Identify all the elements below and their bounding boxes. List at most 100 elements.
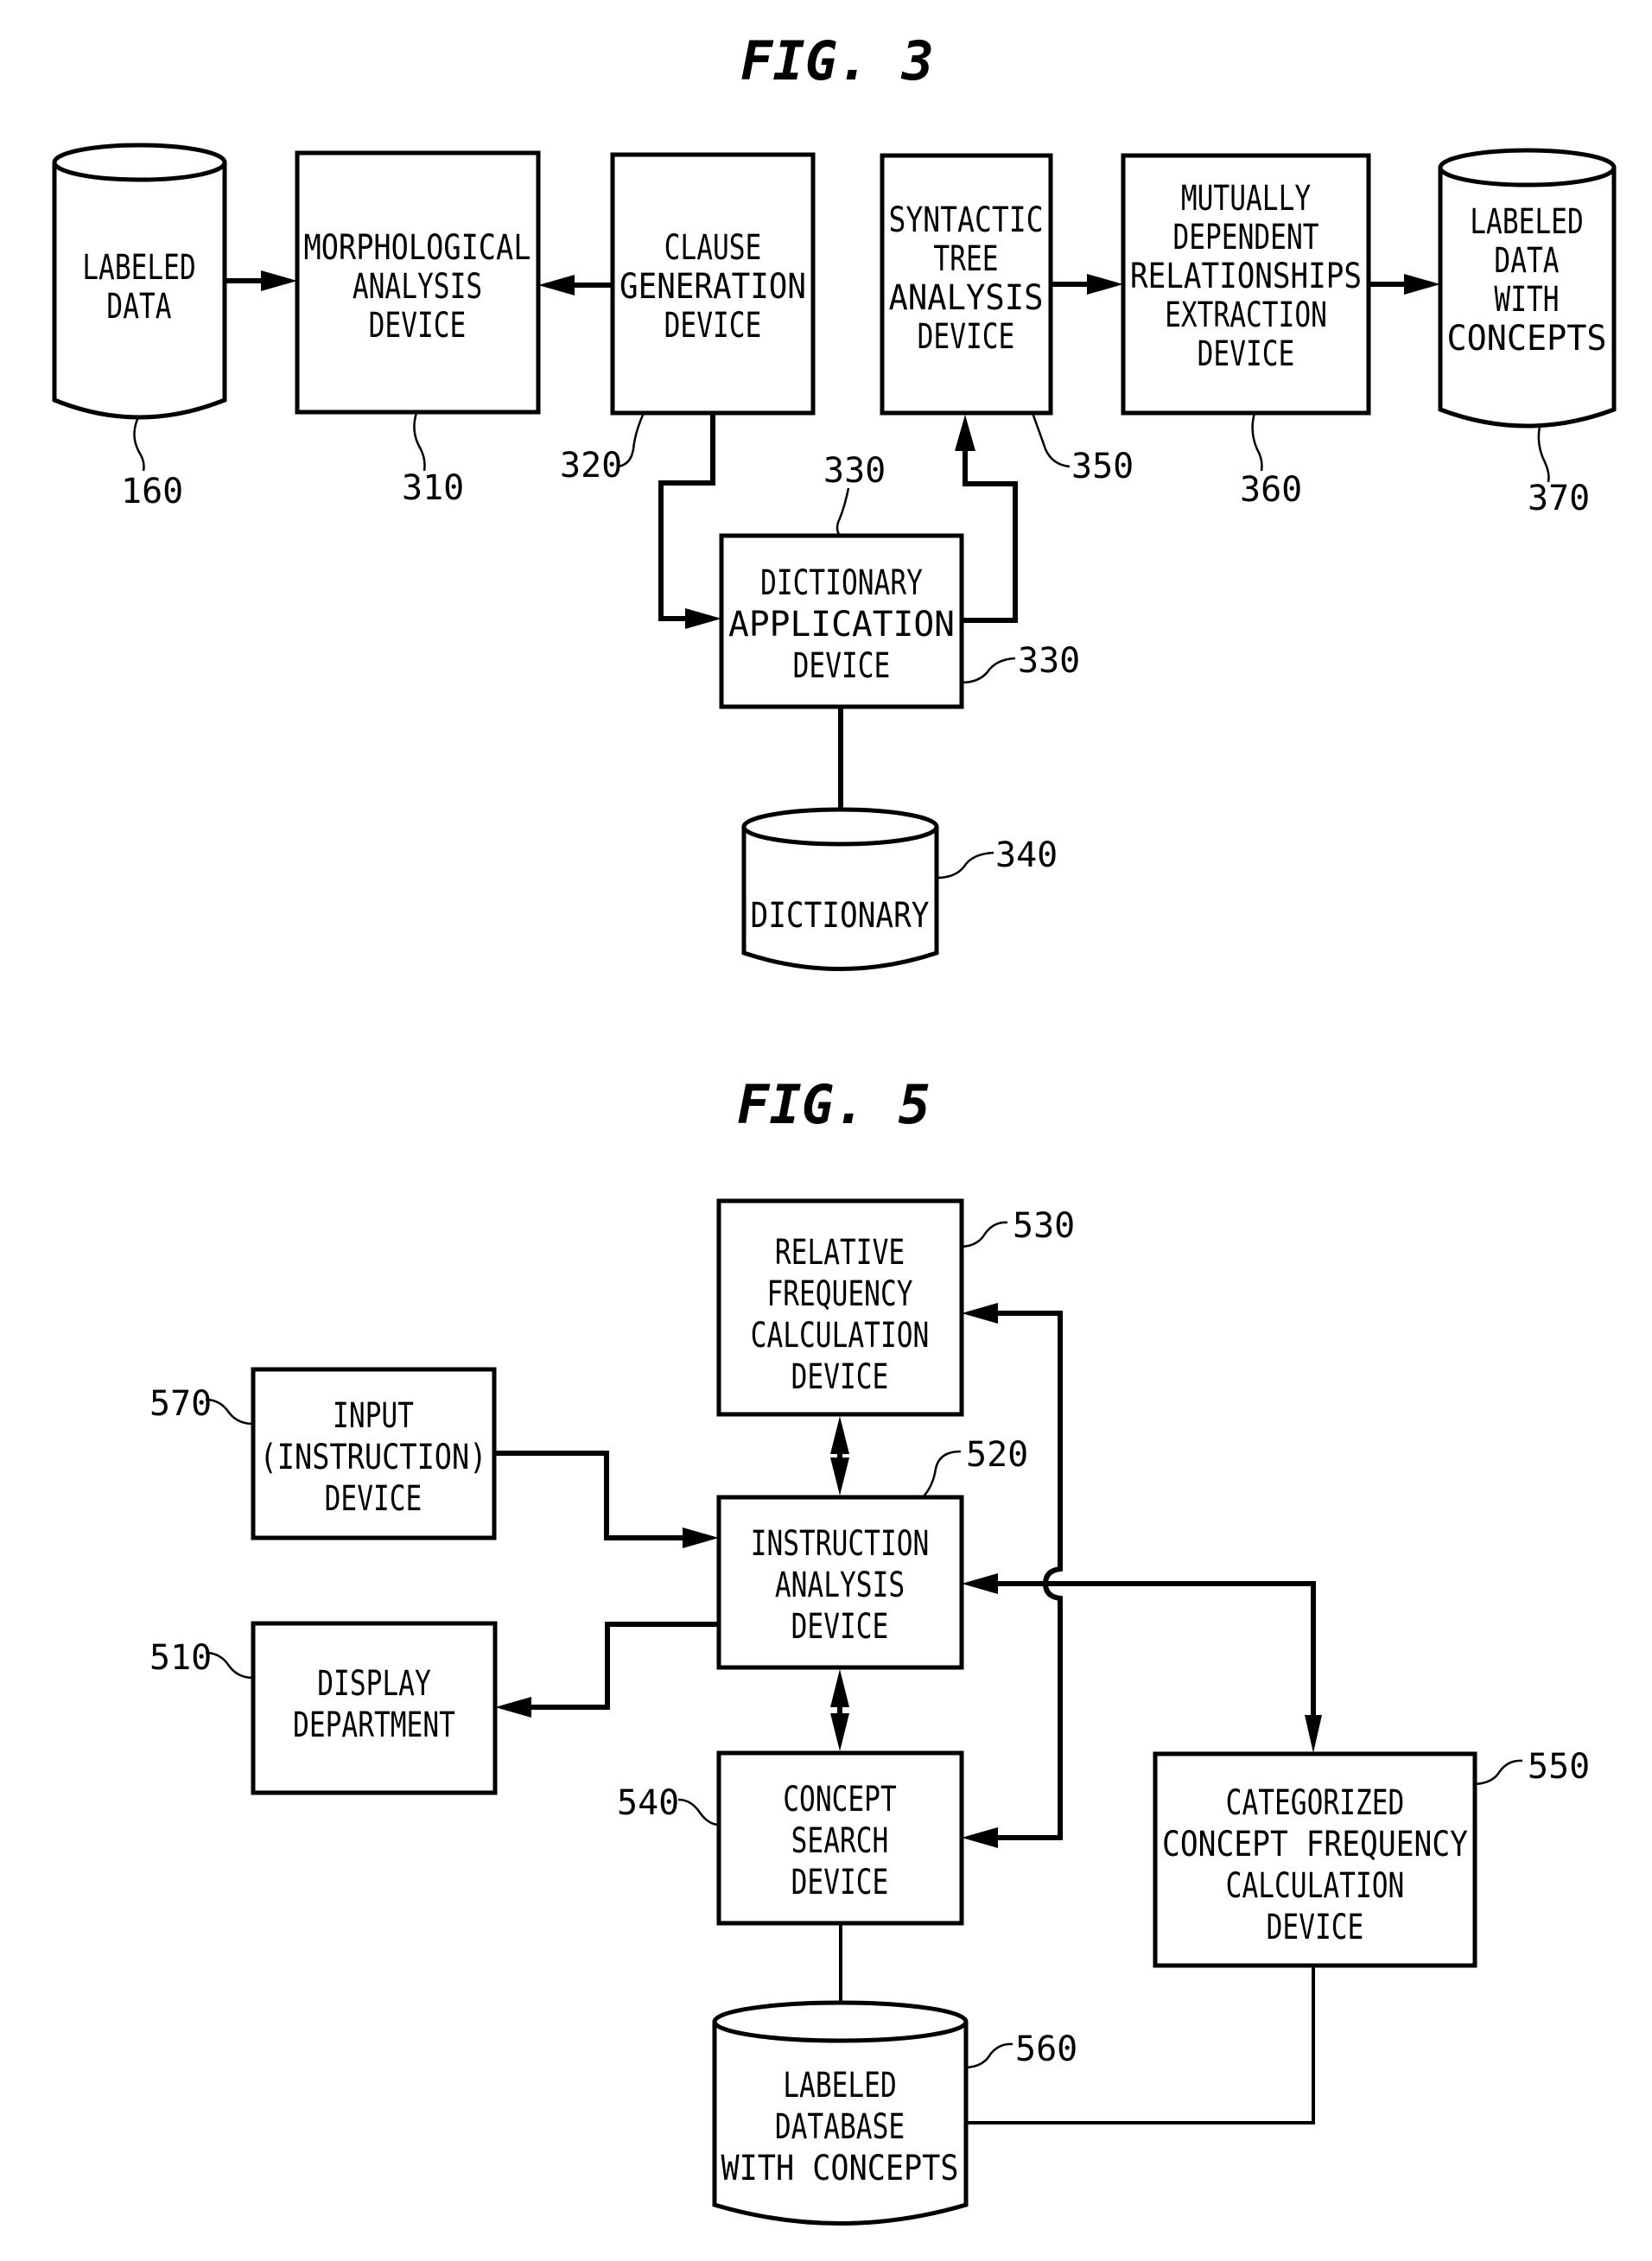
node-text-line: DATABASE (775, 2107, 905, 2147)
arrowhead-icon (685, 608, 721, 629)
arrowhead-icon (683, 1527, 719, 1548)
arrowhead-icon (1087, 274, 1123, 295)
node-instruction-analysis: INSTRUCTION ANALYSIS DEVICE 520 (716, 1435, 1028, 1670)
ref-number: 330 (823, 451, 886, 491)
arrowhead-icon (830, 1458, 849, 1496)
node-text-line: DEPARTMENT (293, 1705, 455, 1745)
node-syntactic-tree: SYNTACTIC TREE ANALYSIS DEVICE 350 (880, 153, 1134, 486)
ref-number: 550 (1528, 1747, 1590, 1787)
node-text-line: MORPHOLOGICAL (304, 228, 531, 268)
node-text-line: DICTIONARY (760, 563, 923, 603)
edge-bus-to-520-550 (975, 1581, 1316, 1737)
node-text-line: INSTRUCTION (751, 1524, 930, 1564)
node-text-line: TREE (933, 239, 998, 279)
arrowhead-icon (962, 1827, 998, 1848)
arrowhead-icon (830, 1713, 849, 1751)
arrowhead-icon (261, 270, 297, 291)
node-text-line: DISPLAY (317, 1664, 430, 1704)
node-text-line: SEARCH (791, 1821, 889, 1861)
fig5-connectors (494, 1303, 1322, 2124)
node-text-line: DICTIONARY (751, 896, 930, 936)
node-text-line: DEVICE (793, 646, 891, 686)
ref-number: 340 (995, 835, 1058, 875)
node-dictionary-application: DICTIONARY APPLICATION DEVICE 330 330 (719, 451, 1080, 709)
patent-drawing-sheet: FIG. 3 LABELED DATA 160 MORPHOLOGICAL AN… (52, 29, 1617, 2226)
arrowhead-icon (830, 1416, 849, 1454)
ref-number: 570 (149, 1384, 212, 1424)
arrowhead-icon (962, 1573, 998, 1594)
ref-number: 520 (966, 1435, 1028, 1475)
ref-number: 510 (149, 1638, 212, 1678)
node-text-line: APPLICATION (728, 605, 955, 645)
arrowhead-icon (955, 415, 975, 451)
node-text-line: INPUT (333, 1396, 414, 1436)
edge-570-to-520 (494, 1451, 707, 1540)
node-text-line: FREQUENCY (766, 1274, 912, 1314)
ref-number: 160 (121, 472, 183, 511)
ref-number: 560 (1015, 2029, 1077, 2069)
node-text-line: EXTRACTION (1165, 295, 1327, 335)
ref-number: 350 (1071, 447, 1134, 486)
arrowhead-icon (1404, 274, 1440, 295)
edge-bus-to-530-540 (975, 1311, 1063, 1840)
ref-number: 310 (402, 468, 464, 508)
node-text-line: LABELED (82, 248, 195, 288)
arrowhead-icon (538, 275, 575, 295)
node-text-line: DEVICE (664, 306, 762, 346)
node-text-line: DEVICE (325, 1479, 423, 1519)
node-labeled-data: LABELED DATA 160 (52, 143, 227, 511)
ref-number: 330 (1018, 641, 1080, 681)
node-labeled-data-with-concepts: LABELED DATA WITH CONCEPTS 370 (1438, 148, 1617, 518)
node-text-line: CLAUSE (664, 228, 762, 268)
node-text-line: SYNTACTIC (889, 200, 1044, 240)
node-text-line: GENERATION (620, 267, 806, 307)
node-text-line: DEVICE (791, 1863, 889, 1902)
node-text-line: DEVICE (1198, 334, 1295, 374)
arrowhead-icon (495, 1697, 531, 1718)
node-text-line: WITH CONCEPTS (721, 2149, 959, 2188)
node-categorized-concept-frequency: CATEGORIZED CONCEPT FREQUENCY CALCULATIO… (1153, 1747, 1590, 1968)
node-text-line: DATA (106, 287, 171, 327)
arrowhead-icon (962, 1303, 998, 1324)
fig3-title: FIG. 3 (740, 29, 934, 92)
node-text-line: DEVICE (918, 317, 1015, 357)
node-display-department: DISPLAY DEPARTMENT 510 (149, 1621, 498, 1795)
node-text-line: CONCEPT (783, 1780, 896, 1820)
ref-number: 320 (560, 446, 622, 486)
node-text-line: CALCULATION (1226, 1866, 1405, 1906)
node-text-line: DEVICE (1267, 1908, 1364, 1947)
fig3: FIG. 3 LABELED DATA 160 MORPHOLOGICAL AN… (52, 29, 1617, 971)
node-text-line: DEVICE (369, 306, 467, 346)
node-text-line: CATEGORIZED (1226, 1783, 1405, 1823)
node-text-line: LABELED (1470, 202, 1583, 242)
node-text-line: ANALYSIS (775, 1566, 905, 1605)
arrowhead-icon (830, 1669, 849, 1707)
edge-520-to-510 (508, 1622, 719, 1710)
node-text-line: LABELED (783, 2066, 896, 2105)
ref-number: 360 (1240, 470, 1302, 510)
edge-330-to-350 (962, 428, 1018, 623)
node-text-line: MUTUALLY (1181, 179, 1311, 219)
edge-320-to-330 (658, 413, 715, 621)
node-labeled-database: LABELED DATABASE WITH CONCEPTS 560 (712, 2000, 1077, 2226)
fig5: FIG. 5 RELATIVE FREQUENCY CALCULATION DE… (149, 1073, 1590, 2226)
node-dictionary: DICTIONARY 340 (741, 807, 1058, 971)
fig5-title: FIG. 5 (737, 1073, 931, 1136)
node-text-line: CONCEPT FREQUENCY (1162, 1825, 1468, 1864)
node-text-line: DATA (1494, 241, 1559, 281)
node-relative-frequency: RELATIVE FREQUENCY CALCULATION DEVICE 53… (716, 1198, 1075, 1417)
node-text-line: WITH (1494, 280, 1559, 320)
node-text-line: ANALYSIS (889, 278, 1044, 318)
node-input-instruction: INPUT (INSTRUCTION) DEVICE 570 (149, 1367, 497, 1540)
node-concept-search: CONCEPT SEARCH DEVICE 540 (617, 1750, 964, 1926)
node-text-line: DEPENDENT (1172, 218, 1318, 257)
node-text-line: DEVICE (791, 1357, 889, 1397)
node-clause-generation: CLAUSE GENERATION DEVICE 320 (560, 152, 816, 486)
ref-number: 530 (1013, 1206, 1075, 1246)
node-mutually-dependent: MUTUALLY DEPENDENT RELATIONSHIPS EXTRACT… (1121, 153, 1371, 510)
node-morphological-analysis: MORPHOLOGICAL ANALYSIS DEVICE 310 (295, 150, 541, 508)
arrowhead-icon (1305, 1715, 1322, 1753)
node-text-line: DEVICE (791, 1607, 889, 1647)
node-text-line: CALCULATION (751, 1316, 930, 1356)
ref-number: 370 (1528, 479, 1590, 518)
